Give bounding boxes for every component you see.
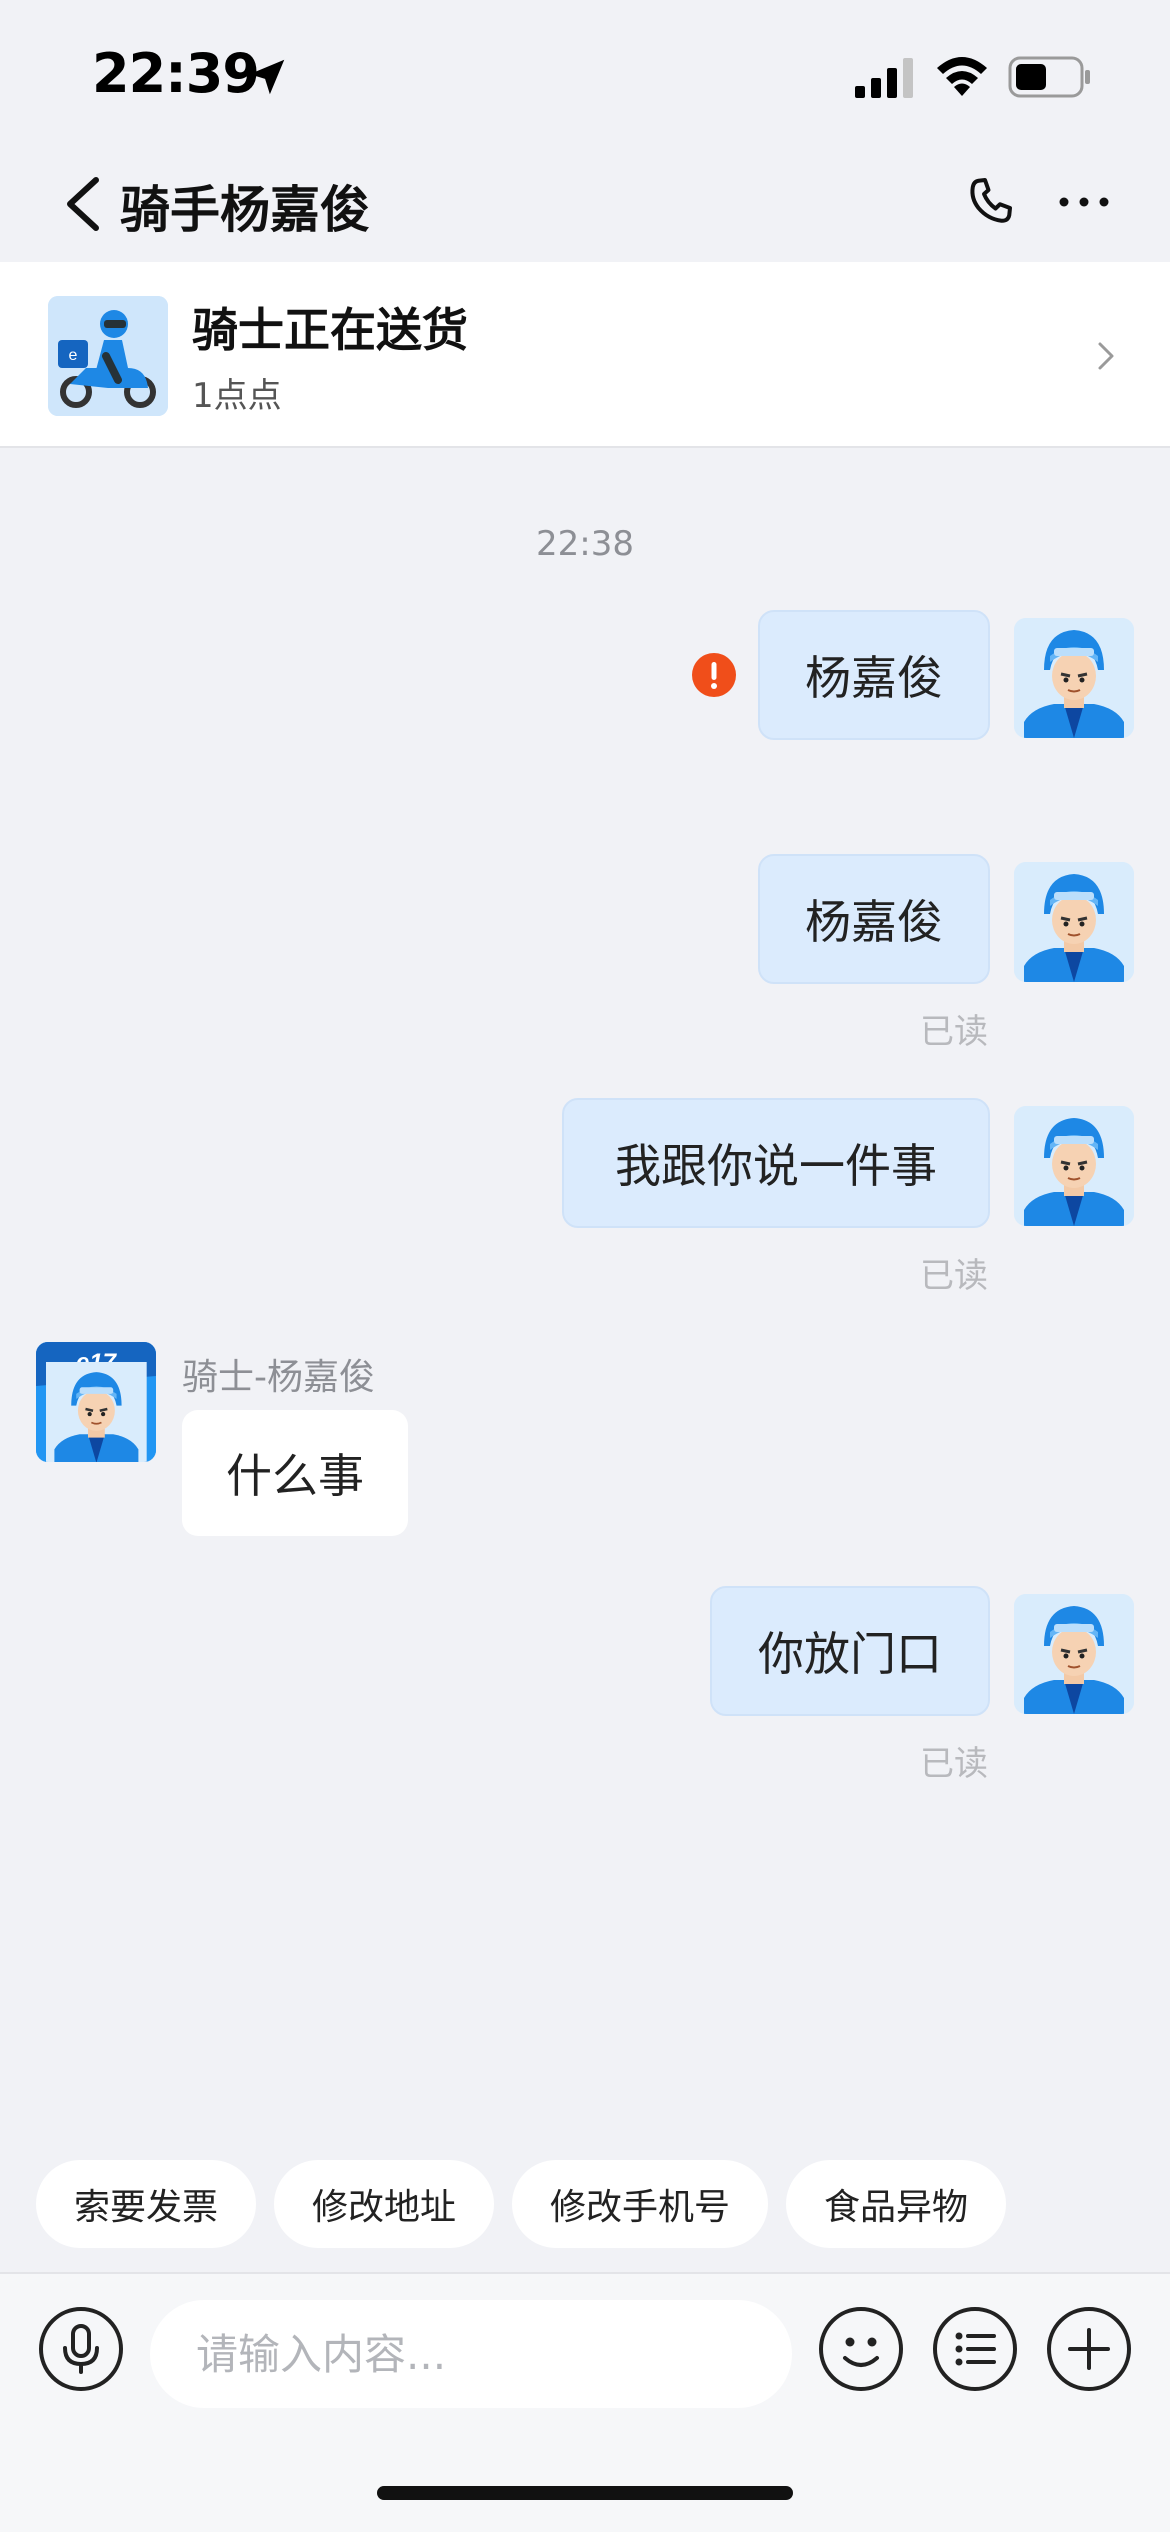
rider-avatar[interactable]: e17 [36, 1342, 156, 1462]
message-input[interactable] [150, 2300, 792, 2408]
outgoing-message-bubble[interactable]: 你放门口 [710, 1586, 990, 1716]
read-receipt: 已读 [920, 1256, 988, 1296]
plus-icon[interactable] [1046, 2306, 1132, 2392]
location-arrow-icon [249, 59, 285, 95]
quick-reply-change-phone[interactable]: 修改手机号 [512, 2160, 768, 2248]
incoming-message-bubble[interactable]: 什么事 [182, 1410, 408, 1536]
quick-reply-food-foreign-object[interactable]: 食品异物 [786, 2160, 1006, 2248]
chevron-right-icon [1098, 342, 1114, 370]
phone-icon[interactable] [962, 172, 1022, 232]
svg-text:e: e [69, 347, 78, 364]
outgoing-message-bubble[interactable]: 我跟你说一件事 [562, 1098, 990, 1228]
wifi-icon [937, 57, 987, 96]
home-indicator[interactable] [377, 2486, 793, 2500]
outgoing-message-bubble[interactable]: 杨嘉俊 [758, 854, 990, 984]
battery-icon [1008, 56, 1090, 98]
my-avatar[interactable] [1014, 1106, 1134, 1226]
store-name: 1点点 [192, 376, 282, 416]
my-avatar[interactable] [1014, 1594, 1134, 1714]
back-chevron-icon[interactable] [56, 172, 112, 236]
order-status-title: 骑士正在送货 [192, 303, 468, 357]
read-receipt: 已读 [920, 1012, 988, 1052]
delivery-scooter-image: e [48, 296, 168, 416]
microphone-icon[interactable] [38, 2306, 124, 2392]
sender-name: 骑士-杨嘉俊 [182, 1357, 375, 1398]
read-receipt: 已读 [920, 1744, 988, 1784]
list-icon[interactable] [932, 2306, 1018, 2392]
order-status-card[interactable]: e 骑士正在送货 1点点 [0, 262, 1170, 448]
outgoing-message-bubble[interactable]: 杨嘉俊 [758, 610, 990, 740]
signal-icon [855, 58, 913, 98]
my-avatar[interactable] [1014, 618, 1134, 738]
quick-reply-invoice[interactable]: 索要发票 [36, 2160, 256, 2248]
emoji-icon[interactable] [818, 2306, 904, 2392]
chat-timestamp: 22:38 [536, 524, 634, 564]
page-title: 骑手杨嘉俊 [120, 181, 370, 239]
more-icon[interactable] [1056, 188, 1112, 216]
error-icon[interactable] [691, 652, 737, 698]
my-avatar[interactable] [1014, 862, 1134, 982]
nav-bar: 骑手杨嘉俊 [0, 150, 1170, 262]
quick-reply-change-address[interactable]: 修改地址 [274, 2160, 494, 2248]
status-bar: 22:39 [0, 0, 1170, 150]
status-time: 22:39 [92, 42, 260, 105]
